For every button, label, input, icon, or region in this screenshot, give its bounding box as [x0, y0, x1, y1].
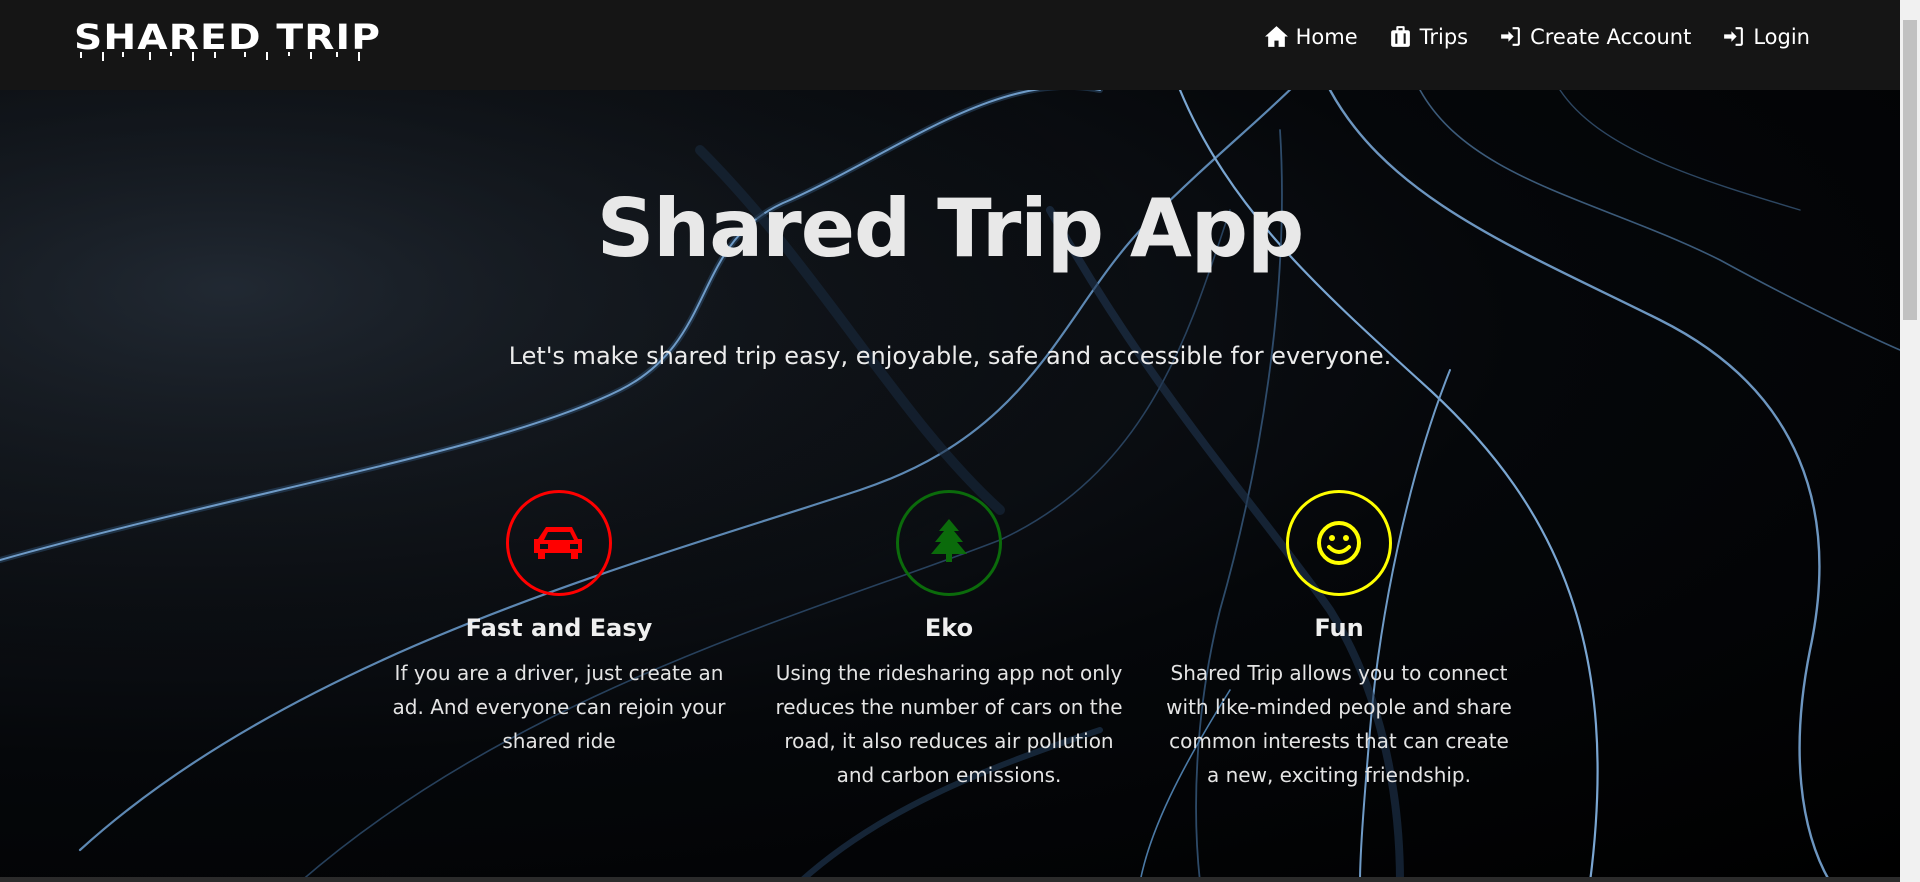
feature-title: Fast and Easy [465, 614, 653, 642]
nav-login[interactable]: Login [1721, 24, 1810, 49]
hero-section: Shared Trip App Let's make shared trip e… [0, 90, 1900, 882]
nav-create-account-label: Create Account [1530, 24, 1692, 49]
car-icon [534, 527, 582, 559]
navbar: SHARED TRIP Home Trips Create Account Lo… [0, 0, 1900, 90]
feature-description: Using the ridesharing app not only reduc… [775, 661, 1123, 787]
feature-fun: Fun Shared Trip allows you to connect wi… [1159, 490, 1519, 792]
feature-title: Fun [1314, 614, 1364, 642]
feature-icon-circle [506, 490, 612, 596]
nav-login-label: Login [1753, 24, 1810, 49]
sign-in-icon [1724, 27, 1744, 46]
logo-drips-decoration [80, 52, 360, 61]
main-nav: Home Trips Create Account Login [1264, 24, 1810, 49]
nav-create-account[interactable]: Create Account [1498, 24, 1691, 49]
scroll-down-arrow[interactable] [1900, 865, 1920, 882]
page-subtitle: Let's make shared trip easy, enjoyable, … [508, 342, 1392, 370]
scroll-up-arrow[interactable] [1900, 0, 1920, 17]
feature-icon-circle [1286, 490, 1392, 596]
suitcase-icon [1390, 26, 1410, 47]
feature-icon-circle [896, 490, 1002, 596]
feature-eko: Eko Using the ridesharing app not only r… [769, 490, 1129, 792]
feature-description: If you are a driver, just create an ad. … [392, 661, 726, 753]
home-icon [1264, 26, 1288, 47]
page-title: Shared Trip App [596, 182, 1305, 275]
nav-trips[interactable]: Trips [1388, 24, 1468, 49]
nav-home-label: Home [1295, 24, 1358, 49]
smile-icon [1317, 521, 1361, 565]
vertical-scrollbar[interactable] [1900, 0, 1920, 882]
page-bottom-edge [0, 877, 1900, 882]
sign-in-icon [1501, 27, 1520, 46]
nav-trips-label: Trips [1419, 24, 1469, 49]
feature-fast-and-easy: Fast and Easy If you are a driver, just … [379, 490, 739, 758]
scrollbar-thumb[interactable] [1903, 20, 1917, 320]
feature-title: Eko [924, 614, 974, 642]
tree-icon [931, 519, 967, 562]
feature-description: Shared Trip allows you to connect with l… [1166, 661, 1512, 787]
nav-home[interactable]: Home [1264, 24, 1358, 49]
